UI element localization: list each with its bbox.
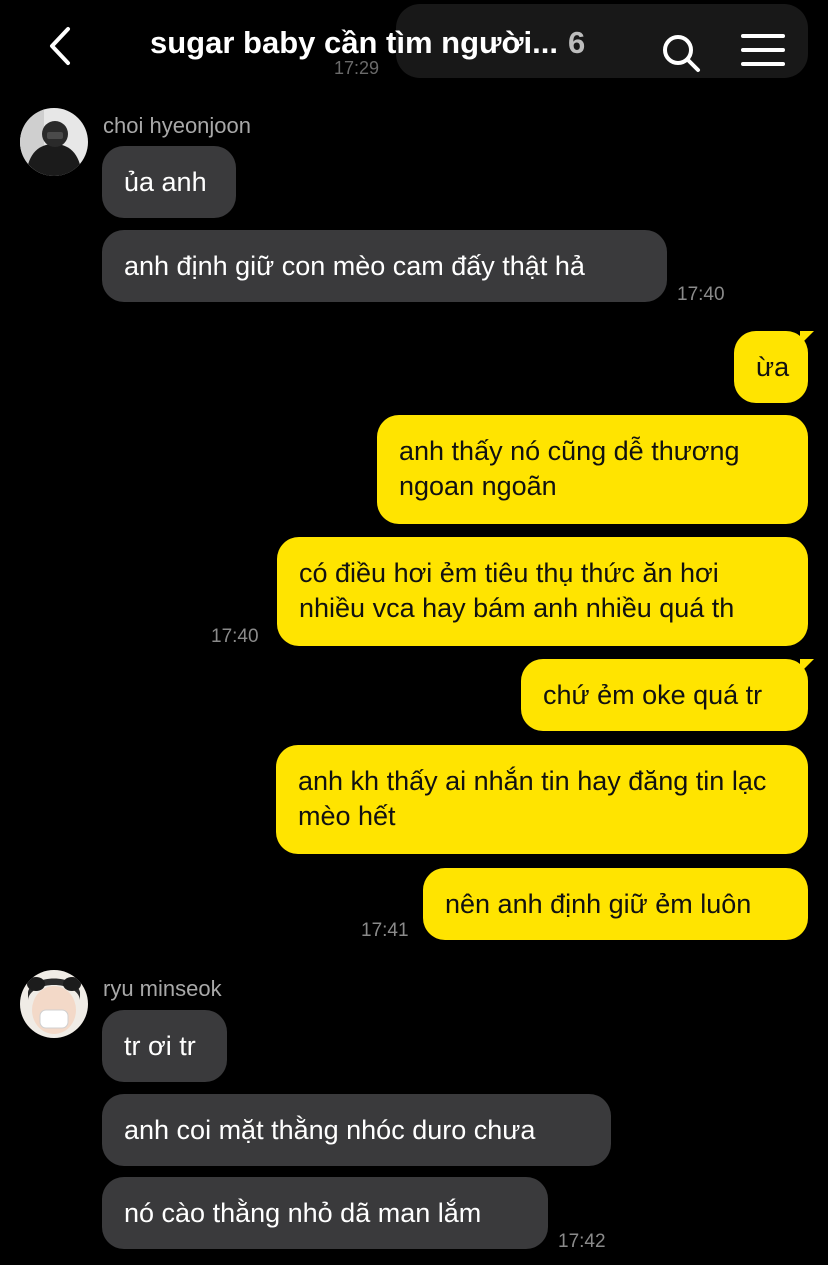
chat-header: 17:29 sugar baby cần tìm người... 6 <box>0 0 828 92</box>
profile-photo <box>20 108 88 176</box>
chevron-left-icon <box>50 27 70 65</box>
menu-button[interactable] <box>740 30 786 70</box>
message-timestamp: 17:41 <box>361 920 409 941</box>
message-bubble-outgoing[interactable]: ừa <box>734 331 814 403</box>
message-bubble-outgoing[interactable]: chứ ẻm oke quá tr <box>521 659 814 731</box>
message-bubble-outgoing[interactable]: anh thấy nó cũng dễ thương ngoan ngoãn <box>377 415 808 524</box>
avatar-choi-hyeonjoon[interactable] <box>20 108 88 176</box>
scrolled-message-time: 17:29 <box>334 58 380 78</box>
search-icon <box>663 35 700 72</box>
message-timestamp: 17:40 <box>677 284 725 305</box>
message-bubble-incoming[interactable]: nó cào thằng nhỏ dã man lắm <box>102 1177 548 1249</box>
message-bubble-outgoing[interactable]: nên anh định giữ ẻm luôn <box>423 868 808 940</box>
member-count: 6 <box>567 25 586 60</box>
avatar-ryu-minseok[interactable] <box>20 970 88 1038</box>
message-bubble-outgoing[interactable]: anh kh thấy ai nhắn tin hay đăng tin lạc… <box>276 745 808 854</box>
chat-title: sugar baby cần tìm người... <box>150 25 558 60</box>
message-bubble-incoming[interactable]: anh định giữ con mèo cam đấy thật hả <box>102 230 667 302</box>
sender-name: ryu minseok <box>103 976 222 1001</box>
back-button[interactable] <box>44 26 80 66</box>
sender-name: choi hyeonjoon <box>103 113 252 138</box>
message-bubble-incoming[interactable]: tr ơi tr <box>102 1010 227 1082</box>
hamburger-menu-icon <box>741 34 785 66</box>
message-bubble-outgoing[interactable]: có điều hơi ẻm tiêu thụ thức ăn hơi nhiề… <box>277 537 808 646</box>
chat-title-area[interactable]: sugar baby cần tìm người... 6 <box>150 25 620 61</box>
message-bubble-incoming[interactable]: ủa anh <box>102 146 236 218</box>
search-button[interactable] <box>660 32 702 74</box>
message-bubble-incoming[interactable]: anh coi mặt thằng nhóc duro chưa <box>102 1094 611 1166</box>
profile-photo <box>20 970 88 1038</box>
message-timestamp: 17:42 <box>558 1231 606 1252</box>
message-timestamp: 17:40 <box>211 626 259 647</box>
